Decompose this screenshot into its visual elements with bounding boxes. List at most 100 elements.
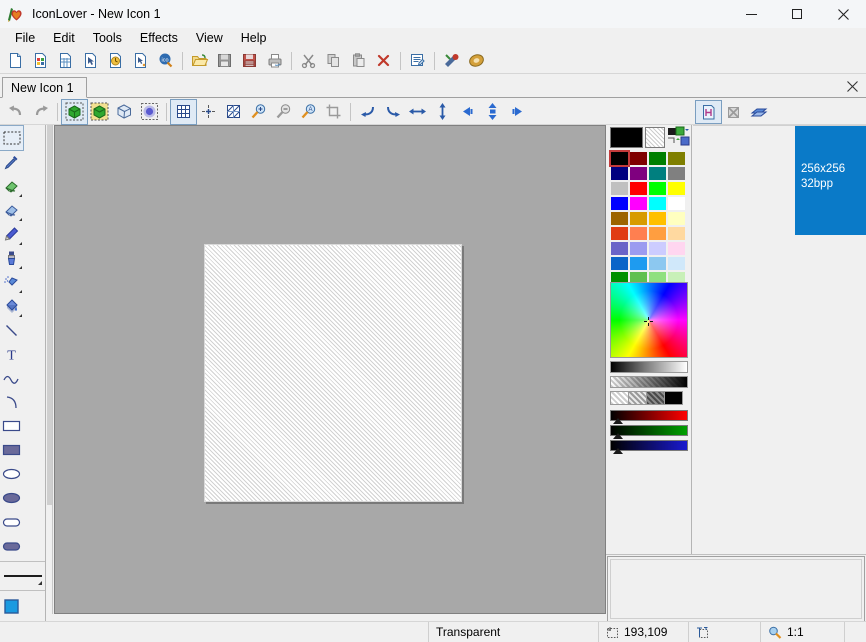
crop-icon[interactable] — [321, 100, 346, 124]
new-cursor-icon[interactable] — [78, 49, 103, 73]
minimize-button[interactable] — [728, 0, 774, 28]
options-tools-icon[interactable] — [439, 49, 464, 73]
rotate-left-icon[interactable] — [355, 100, 380, 124]
shift-left-icon[interactable] — [455, 100, 480, 124]
close-button[interactable] — [820, 0, 866, 28]
icon-canvas[interactable] — [204, 244, 462, 502]
color-swatch[interactable] — [667, 241, 686, 256]
new-from-image-icon[interactable] — [128, 49, 153, 73]
color-swatch[interactable] — [667, 151, 686, 166]
tab-new-icon-1[interactable]: New Icon 1 — [2, 77, 87, 98]
canvas-vertical-scrollbar[interactable] — [46, 125, 53, 614]
delete-format-icon[interactable] — [721, 101, 746, 123]
line-width-selector[interactable] — [0, 565, 45, 587]
airbrush-icon[interactable] — [0, 270, 23, 294]
menu-effects[interactable]: Effects — [131, 29, 187, 47]
color-swatch[interactable] — [629, 181, 648, 196]
scrollbar-thumb[interactable] — [47, 125, 52, 505]
format-tile-256[interactable]: 256x256 32bpp — [795, 126, 866, 235]
alpha-preset-100[interactable] — [664, 391, 683, 405]
grid-icon[interactable] — [170, 98, 197, 125]
alpha-preset-33[interactable] — [628, 391, 647, 405]
color-swatch[interactable] — [610, 241, 629, 256]
color-swatch[interactable] — [610, 181, 629, 196]
rounded-rect-filled-icon[interactable] — [0, 534, 23, 558]
marquee-icon[interactable] — [0, 125, 24, 151]
color-swatch[interactable] — [667, 226, 686, 241]
diagonal-grid-icon[interactable] — [221, 100, 246, 124]
undo-arrow-icon[interactable] — [3, 100, 28, 124]
color-swatch[interactable] — [667, 211, 686, 226]
cube-outline-icon[interactable] — [112, 100, 137, 124]
color-swatch[interactable] — [648, 196, 667, 211]
menu-tools[interactable]: Tools — [84, 29, 131, 47]
color-swatch[interactable] — [667, 181, 686, 196]
line-icon[interactable] — [0, 318, 23, 342]
new-document-icon[interactable] — [3, 49, 28, 73]
status-resize-grip[interactable] — [844, 621, 866, 642]
magnifier-a-icon[interactable]: A — [296, 100, 321, 124]
pencil-icon[interactable] — [0, 222, 23, 246]
new-imagelist-icon[interactable] — [53, 49, 78, 73]
arc-icon[interactable] — [0, 390, 23, 414]
color-swatch[interactable] — [629, 211, 648, 226]
menu-view[interactable]: View — [187, 29, 232, 47]
green-channel-knob[interactable] — [613, 433, 623, 439]
color-swatch[interactable] — [629, 151, 648, 166]
cube-green-selected-icon[interactable] — [61, 98, 88, 125]
blurred-dot-icon[interactable] — [137, 100, 162, 124]
magnifier-minus-icon[interactable] — [271, 100, 296, 124]
canvas-surface[interactable] — [54, 125, 606, 614]
open-folder-icon[interactable] — [187, 49, 212, 73]
flip-horizontal-icon[interactable] — [405, 100, 430, 124]
text-t-icon[interactable]: T — [0, 342, 23, 366]
color-swatch[interactable] — [610, 211, 629, 226]
color-swatch[interactable] — [648, 226, 667, 241]
red-channel-slider[interactable] — [610, 410, 688, 424]
magnifier-plus-icon[interactable] — [246, 100, 271, 124]
wave-curve-icon[interactable] — [0, 366, 23, 390]
properties-icon[interactable] — [405, 49, 430, 73]
red-channel-knob[interactable] — [613, 418, 623, 424]
rounded-rect-outline-icon[interactable] — [0, 510, 23, 534]
cube-green-highlight-icon[interactable] — [87, 100, 112, 124]
eyedropper-icon[interactable] — [0, 150, 23, 174]
rectangle-filled-icon[interactable] — [0, 438, 23, 462]
ico-search-icon[interactable]: ico — [153, 49, 178, 73]
color-swatch[interactable] — [667, 256, 686, 271]
menu-file[interactable]: File — [6, 29, 44, 47]
rotate-right-icon[interactable] — [380, 100, 405, 124]
ellipse-filled-icon[interactable] — [0, 486, 23, 510]
eraser-green-icon[interactable] — [0, 174, 23, 198]
grayscale-slider[interactable] — [610, 361, 688, 373]
color-swatch[interactable] — [610, 226, 629, 241]
alpha-preset-66[interactable] — [646, 391, 665, 405]
eraser-blue-icon[interactable] — [0, 198, 23, 222]
flip-vertical-icon[interactable] — [430, 100, 455, 124]
color-swatch[interactable] — [629, 196, 648, 211]
color-swatch[interactable] — [648, 241, 667, 256]
color-mode-icon[interactable] — [675, 126, 691, 148]
shift-vertical-icon[interactable] — [480, 100, 505, 124]
scissors-icon[interactable] — [296, 49, 321, 73]
fill-bucket-icon[interactable] — [0, 294, 23, 318]
blue-channel-slider[interactable] — [610, 440, 688, 454]
color-swatch[interactable] — [610, 196, 629, 211]
color-swatch[interactable] — [648, 166, 667, 181]
color-swatch[interactable] — [629, 166, 648, 181]
foreground-color-swatch[interactable] — [610, 127, 643, 148]
alpha-slider[interactable] — [610, 376, 688, 388]
menu-edit[interactable]: Edit — [44, 29, 84, 47]
delete-x-icon[interactable] — [371, 49, 396, 73]
blue-channel-knob[interactable] — [613, 448, 623, 454]
new-ani-cursor-icon[interactable] — [103, 49, 128, 73]
close-tab-icon[interactable] — [844, 78, 860, 94]
redo-arrow-icon[interactable] — [28, 100, 53, 124]
print-icon[interactable] — [262, 49, 287, 73]
color-swatch[interactable] — [648, 256, 667, 271]
menu-help[interactable]: Help — [232, 29, 276, 47]
copy-icon[interactable] — [321, 49, 346, 73]
save-all-icon[interactable] — [237, 49, 262, 73]
save-disk-icon[interactable] — [212, 49, 237, 73]
maximize-button[interactable] — [774, 0, 820, 28]
